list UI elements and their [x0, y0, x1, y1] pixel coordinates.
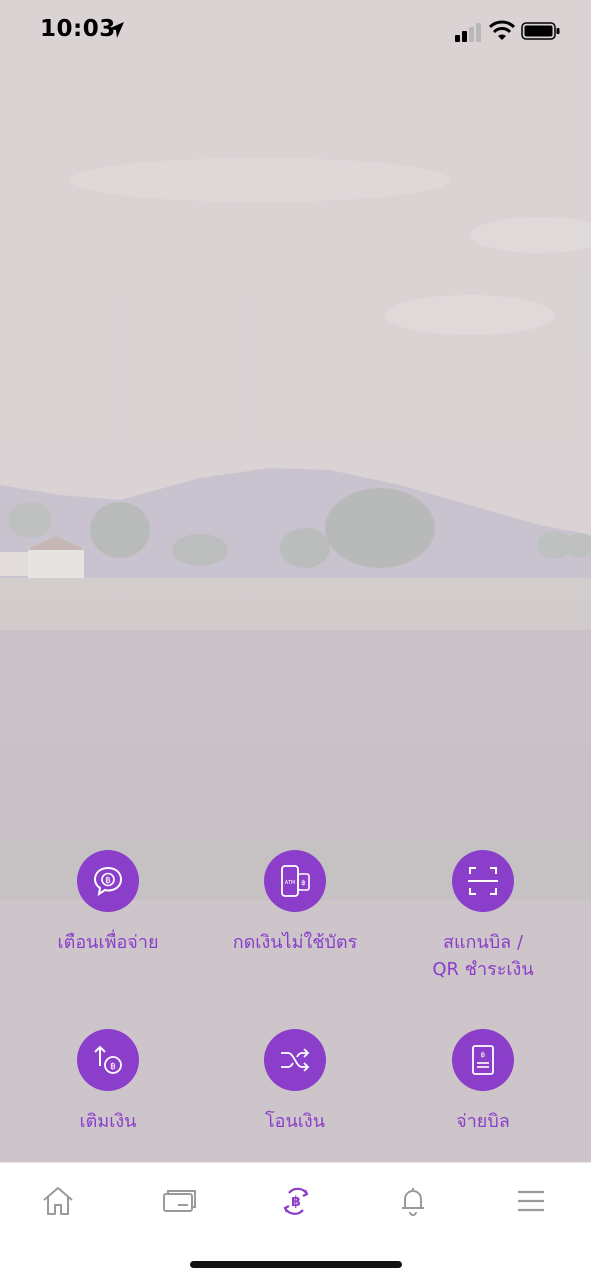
cards-icon [163, 1190, 196, 1212]
svg-text:฿: ฿ [481, 1051, 485, 1059]
bill-icon: ฿ [452, 1029, 514, 1091]
tab-cards[interactable] [158, 1181, 198, 1221]
action-top-up[interactable]: ฿ เติมเงิน [23, 1029, 193, 1135]
home-indicator[interactable] [190, 1261, 402, 1268]
home-icon [43, 1187, 73, 1215]
status-bar: 10:03 [0, 0, 591, 64]
transaction-icon: ฿ [283, 1187, 309, 1215]
atm-text: ATM [285, 880, 295, 886]
transfer-icon [264, 1029, 326, 1091]
action-scan-qr[interactable]: สแกนบิล / QR ชำระเงิน [398, 850, 568, 983]
svg-text:฿: ฿ [291, 1194, 301, 1210]
action-cardless-withdrawal[interactable]: ATM ฿ กดเงินไม่ใช้บัตร [210, 850, 380, 956]
action-label: กดเงินไม่ใช้บัตร [232, 932, 358, 953]
action-label: จ่ายบิล [456, 1111, 510, 1132]
action-remind-to-pay[interactable]: ฿ เตือนเพื่อจ่าย [23, 850, 193, 956]
chat-baht-icon: ฿ [77, 850, 139, 912]
svg-text:฿: ฿ [301, 879, 305, 887]
background-scene [0, 0, 591, 1162]
bell-icon [402, 1188, 424, 1216]
action-pay-bill[interactable]: ฿ จ่ายบิล [398, 1029, 568, 1135]
tab-notifications[interactable] [393, 1181, 433, 1221]
action-label: เติมเงิน [79, 1111, 137, 1132]
wifi-icon [488, 20, 516, 42]
svg-text:฿: ฿ [110, 1062, 116, 1072]
action-label: โอนเงิน [264, 1111, 326, 1132]
menu-icon [518, 1190, 544, 1212]
svg-text:฿: ฿ [105, 876, 111, 886]
topup-icon: ฿ [77, 1029, 139, 1091]
tab-home[interactable] [38, 1181, 78, 1221]
battery-icon [521, 21, 561, 41]
status-time: 10:03 [40, 16, 116, 42]
tab-menu[interactable] [511, 1181, 551, 1221]
action-label: สแกนบิล / QR ชำระเงิน [432, 932, 534, 980]
action-transfer[interactable]: โอนเงิน [210, 1029, 380, 1135]
tab-transaction[interactable]: ฿ [276, 1181, 316, 1221]
cellular-signal-icon [455, 22, 483, 42]
atm-phone-icon: ATM ฿ [264, 850, 326, 912]
location-arrow-icon [107, 21, 125, 39]
action-label: เตือนเพื่อจ่าย [57, 932, 159, 953]
scan-icon [452, 850, 514, 912]
